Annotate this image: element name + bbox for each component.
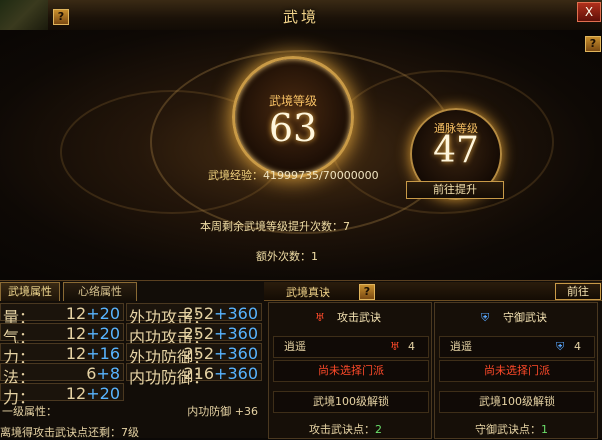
attack-column-title: 攻击武诀 <box>337 311 381 324</box>
help-icon[interactable]: ? <box>585 36 601 52</box>
defense-unlock-row: 武境100级解锁 <box>439 391 595 413</box>
goto-upgrade-button[interactable]: 前往提升 <box>406 181 504 199</box>
attr-cell: 量： 12+20 <box>0 303 124 327</box>
defense-unselected: 尚未选择门派 <box>484 364 550 377</box>
attr-cell: 法： 6+8 <box>0 363 124 387</box>
main-level-value: 63 <box>268 106 318 150</box>
defense-unselected-row[interactable]: 尚未选择门派 <box>439 360 595 382</box>
attr-value: 12+20 <box>65 324 120 343</box>
attr-value: 252+360 <box>183 344 259 363</box>
attr-cell: 内功防御： 216+360 <box>126 363 262 387</box>
defense-column-title: 守御武诀 <box>503 311 547 324</box>
exp-value: 41999735/70000000 <box>263 169 379 182</box>
attack-column-header: ♅ 攻击武诀 <box>269 303 431 333</box>
defense-school: 逍遥 <box>450 340 472 353</box>
attack-unselected-row[interactable]: 尚未选择门派 <box>273 360 429 382</box>
tab-xinluo-attributes[interactable]: 心络属性 <box>63 282 137 301</box>
attr-bottom-text: 离境得攻击武诀点还剩：7级 <box>0 426 139 439</box>
window-title: 武境 <box>282 8 319 26</box>
defense-school-row[interactable]: 逍遥 ⛨ 4 <box>439 336 595 358</box>
attack-points: 攻击武诀点：2 <box>309 423 382 436</box>
defense-emblem-icon: ⛨ <box>556 340 565 353</box>
defense-emblem-icon: ⛨ <box>481 311 490 324</box>
attack-unlock-row: 武境100级解锁 <box>273 391 429 413</box>
attr-cell: 内功攻击： 252+360 <box>126 323 262 347</box>
attr-cell: 力： 12+16 <box>0 343 124 367</box>
attr-cell: 外功攻击： 252+360 <box>126 303 262 327</box>
attr-cell: 力： 12+20 <box>0 383 124 407</box>
defense-unlock: 武境100级解锁 <box>479 395 555 408</box>
exp-readout: 武境经验：41999735/70000000 <box>208 167 379 183</box>
exp-label: 武境经验： <box>208 169 263 182</box>
attack-unlock: 武境100级解锁 <box>313 395 389 408</box>
attack-school-row[interactable]: 逍遥 ♅ 4 <box>273 336 429 358</box>
tab-wujing-attributes[interactable]: 武境属性 <box>0 282 60 301</box>
attr-summary-label: 一级属性： <box>2 405 57 418</box>
attack-school: 逍遥 <box>284 340 306 353</box>
attack-unselected: 尚未选择门派 <box>318 364 384 377</box>
attr-value: 12+20 <box>65 384 120 403</box>
attack-column: ♅ 攻击武诀 逍遥 ♅ 4 尚未选择门派 武境100级解锁 攻击武诀点：2 <box>268 302 432 439</box>
defense-column-header: ⛨ 守御武诀 <box>435 303 597 333</box>
extra-count-text: 额外次数：1 <box>256 250 318 263</box>
goto-button[interactable]: 前往 <box>555 283 601 300</box>
weekly-remaining-text: 本周剩余武境等级提升次数：7 <box>200 220 350 233</box>
close-button[interactable]: X <box>577 2 601 22</box>
attr-value: 12+16 <box>65 344 120 363</box>
defense-points: 守御武诀点：1 <box>475 423 548 436</box>
attr-value: 252+360 <box>183 304 259 323</box>
attr-cell: 外功防御： 252+360 <box>126 343 262 367</box>
attr-value: 216+360 <box>183 364 259 383</box>
attr-cell: 气： 12+20 <box>0 323 124 347</box>
side-level-value: 47 <box>433 130 479 171</box>
attack-count: 4 <box>408 340 415 353</box>
attack-emblem-icon: ♅ <box>315 311 325 324</box>
help-icon[interactable]: ? <box>359 284 375 300</box>
attr-value: 12+20 <box>65 304 120 323</box>
attr-summary-value: 内功防御 +36 <box>187 405 258 418</box>
defense-column: ⛨ 守御武诀 逍遥 ⛨ 4 尚未选择门派 武境100级解锁 守御武诀点：1 <box>434 302 598 439</box>
zhenjue-title: 武境真诀 <box>286 286 330 299</box>
attr-value: 252+360 <box>183 324 259 343</box>
defense-count: 4 <box>574 340 581 353</box>
attr-value: 6+8 <box>86 364 120 383</box>
attr-summary: 一级属性： 内功防御 +36 <box>0 403 262 419</box>
attack-emblem-icon: ♅ <box>390 340 400 353</box>
